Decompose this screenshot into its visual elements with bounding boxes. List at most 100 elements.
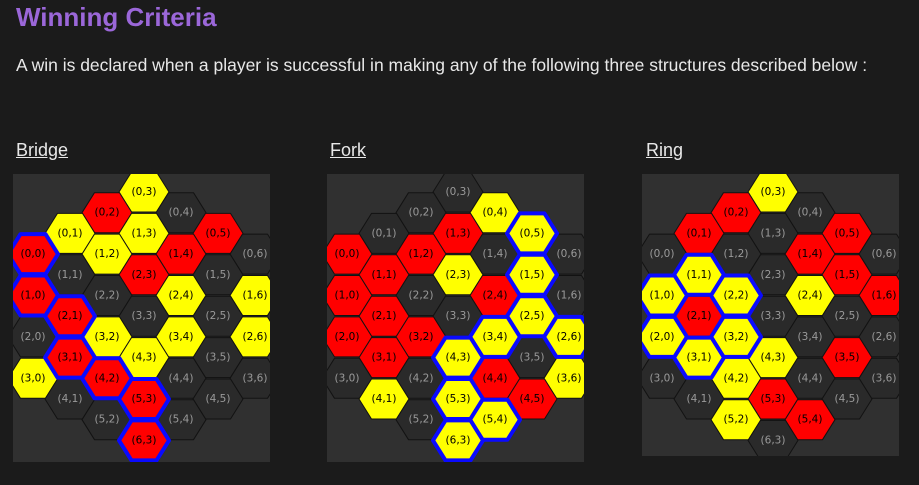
fork-hex-label: (3,2): [409, 331, 434, 343]
bridge-hex-label: (2,2): [95, 290, 120, 302]
fork-hex-4-3[interactable]: (4,3): [431, 335, 485, 380]
fork-hex-label: (1,1): [372, 269, 397, 281]
ring-hex-label: (6,3): [761, 434, 786, 446]
bridge-hex-label: (0,0): [21, 248, 46, 260]
fork-hex-label: (4,4): [483, 372, 508, 384]
ring-hex-label: (3,4): [798, 331, 823, 343]
fork-hex-label: (1,0): [335, 290, 360, 302]
bridge-heading[interactable]: Bridge: [16, 140, 68, 161]
fork-board-panel: (0,3) (0,2) (0,4) (0,1) (1,3) (0,0) (1,2) (1,4)…: [327, 174, 584, 462]
fork-hex-label: (4,1): [372, 393, 397, 405]
ring-hex-label: (4,1): [687, 393, 712, 405]
fork-hex-label: (1,6): [557, 290, 582, 302]
ring-hex-label: (2,3): [761, 269, 786, 281]
ring-hex-label: (5,4): [798, 414, 823, 426]
bridge-hex-label: (0,5): [206, 227, 231, 239]
fork-hex-label: (2,3): [446, 269, 471, 281]
ring-hex-label: (0,6): [872, 248, 897, 260]
fork-hex-label: (2,1): [372, 310, 397, 322]
ring-hex-label: (3,6): [872, 372, 897, 384]
fork-hex-label: (0,2): [409, 207, 434, 219]
ring-heading[interactable]: Ring: [646, 140, 683, 161]
bridge-hex-label: (6,3): [132, 434, 157, 446]
bridge-board: (0,3) (0,2) (0,4) (0,1) (1,3) (0,5) (1,2) (1,4)…: [13, 174, 270, 462]
fork-hex-label: (0,5): [520, 227, 545, 239]
ring-hex-label: (4,4): [798, 372, 823, 384]
bridge-hex-label: (4,5): [206, 393, 231, 405]
fork-hex-label: (5,4): [483, 414, 508, 426]
ring-hex-label: (4,5): [835, 393, 860, 405]
fork-hex-label: (4,5): [520, 393, 545, 405]
bridge-hex-label: (4,1): [58, 393, 83, 405]
ring-hex-label: (2,0): [650, 331, 675, 343]
ring-board: (0,3) (0,2) (0,4) (0,1) (1,3) (0,5) (0,0) (1,2)…: [642, 174, 899, 456]
bridge-hex-label: (0,6): [243, 248, 268, 260]
ring-hex-label: (0,0): [650, 248, 675, 260]
bridge-hex-6-3[interactable]: (6,3): [117, 418, 171, 462]
ring-hex-label: (1,5): [835, 269, 860, 281]
bridge-hex-label: (1,6): [243, 290, 268, 302]
fork-hex-label: (0,1): [372, 227, 397, 239]
bridge-hex-label: (2,0): [21, 331, 46, 343]
ring-hex-label: (1,2): [724, 248, 749, 260]
ring-hex-1-0[interactable]: (1,0): [642, 273, 689, 318]
bridge-hex-label: (4,4): [169, 372, 194, 384]
ring-hex-label: (5,3): [761, 393, 786, 405]
fork-hex-label: (0,4): [483, 207, 508, 219]
ring-hex-label: (4,3): [761, 352, 786, 364]
fork-hex-label: (2,0): [335, 331, 360, 343]
ring-hex-label: (4,2): [724, 372, 749, 384]
fork-hex-label: (4,2): [409, 372, 434, 384]
ring-hex-label: (3,1): [687, 352, 712, 364]
ring-hex-label: (0,5): [835, 227, 860, 239]
ring-hex-label: (3,3): [761, 310, 786, 322]
bridge-hex-label: (3,6): [243, 372, 268, 384]
bridge-hex-5-3[interactable]: (5,3): [117, 377, 171, 421]
fork-hex-6-3[interactable]: (6,3): [431, 418, 485, 462]
bridge-hex-label: (1,3): [132, 227, 157, 239]
fork-hex-0-5[interactable]: (0,5): [505, 211, 559, 256]
fork-hex-label: (1,2): [409, 248, 434, 260]
ring-hex-2-2[interactable]: (2,2): [709, 273, 763, 318]
fork-hex-label: (3,1): [372, 352, 397, 364]
fork-hex-1-5[interactable]: (1,5): [505, 252, 559, 297]
page-title: Winning Criteria: [16, 2, 217, 32]
bridge-hex-label: (1,1): [58, 269, 83, 281]
bridge-hex-label: (1,5): [206, 269, 231, 281]
bridge-hex-label: (3,4): [169, 331, 194, 343]
ring-hex-label: (0,3): [761, 186, 786, 198]
fork-hex-label: (1,4): [483, 248, 508, 260]
ring-hex-label: (2,1): [687, 310, 712, 322]
ring-hex-label: (0,4): [798, 207, 823, 219]
ring-hex-label: (3,0): [650, 372, 675, 384]
bridge-hex-label: (5,3): [132, 393, 157, 405]
bridge-hex-0-0[interactable]: (0,0): [13, 232, 60, 277]
fork-hex-label: (0,6): [557, 248, 582, 260]
bridge-hex-label: (2,6): [243, 331, 268, 343]
bridge-hex-label: (3,2): [95, 331, 120, 343]
bridge-hex-label: (4,2): [95, 372, 120, 384]
bridge-hex-label: (3,1): [58, 352, 83, 364]
fork-hex-label: (1,3): [446, 227, 471, 239]
fork-hex-label: (3,0): [335, 372, 360, 384]
bridge-hex-label: (2,5): [206, 310, 231, 322]
ring-hex-label: (0,1): [687, 227, 712, 239]
fork-hex-label: (1,5): [520, 269, 545, 281]
fork-hex-label: (0,0): [335, 248, 360, 260]
fork-hex-label: (3,4): [483, 331, 508, 343]
bridge-hex-2-1[interactable]: (2,1): [43, 294, 97, 339]
fork-heading[interactable]: Fork: [330, 140, 366, 161]
fork-board: (0,3) (0,2) (0,4) (0,1) (1,3) (0,0) (1,2) (1,4)…: [327, 174, 584, 462]
bridge-hex-label: (1,4): [169, 248, 194, 260]
fork-hex-label: (4,3): [446, 352, 471, 364]
ring-hex-label: (2,4): [798, 290, 823, 302]
fork-hex-label: (6,3): [446, 434, 471, 446]
bridge-board-panel: (0,3) (0,2) (0,4) (0,1) (1,3) (0,5) (1,2) (1,4)…: [13, 174, 270, 462]
fork-hex-label: (0,3): [446, 186, 471, 198]
fork-hex-label: (5,3): [446, 393, 471, 405]
fork-hex-label: (5,2): [409, 414, 434, 426]
ring-hex-label: (1,3): [761, 227, 786, 239]
fork-hex-label: (2,6): [557, 331, 582, 343]
ring-hex-3-1[interactable]: (3,1): [672, 335, 726, 380]
bridge-hex-label: (5,4): [169, 414, 194, 426]
